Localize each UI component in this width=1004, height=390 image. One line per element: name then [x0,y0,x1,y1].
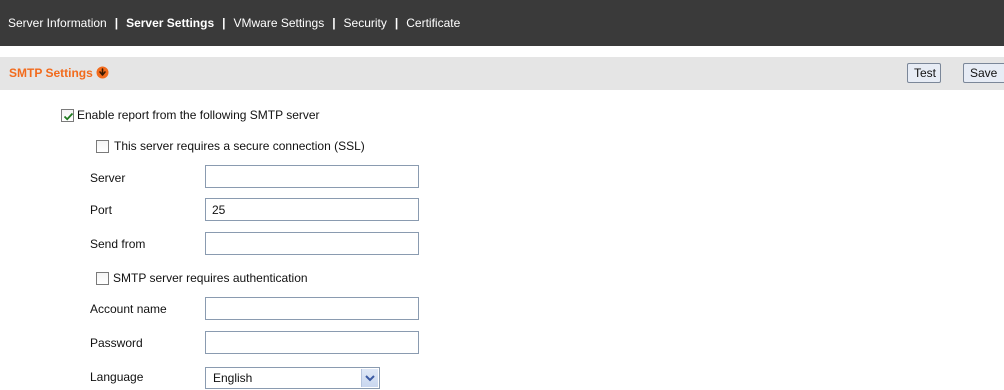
language-select[interactable]: English [205,367,380,389]
port-label: Port [90,203,113,217]
chevron-down-icon[interactable] [361,369,378,387]
nav-server-settings[interactable]: Server Settings [126,16,214,30]
nav-certificate[interactable]: Certificate [406,16,460,30]
enable-report-label: Enable report from the following SMTP se… [77,108,320,122]
nav-vmware-settings[interactable]: VMware Settings [233,16,324,30]
test-button[interactable]: Test [907,63,941,83]
account-name-input[interactable] [205,297,419,320]
send-from-label: Send from [90,237,146,251]
port-input[interactable] [205,198,419,221]
section-header: SMTP Settings [0,57,1004,90]
language-selected-value: English [213,371,253,385]
top-nav-bar: Server Information | Server Settings | V… [0,0,1004,46]
nav-server-information[interactable]: Server Information [8,16,107,30]
enable-report-checkbox[interactable] [61,109,74,122]
auth-checkbox[interactable] [96,272,109,285]
nav-separator: | [222,16,226,30]
save-button[interactable]: Save [963,63,1004,83]
password-label: Password [90,336,143,350]
account-name-label: Account name [90,302,167,316]
down-arrow-circle-icon[interactable] [96,66,109,79]
nav-separator: | [332,16,336,30]
ssl-label: This server requires a secure connection… [114,139,365,153]
auth-label: SMTP server requires authentication [113,271,308,285]
server-input[interactable] [205,165,419,188]
section-title: SMTP Settings [9,66,93,80]
language-label: Language [90,370,144,384]
ssl-checkbox[interactable] [96,140,109,153]
nav-separator: | [394,16,399,30]
password-input[interactable] [205,331,419,354]
nav-separator: | [114,16,119,30]
server-label: Server [90,171,126,185]
nav-security[interactable]: Security [344,16,387,30]
send-from-input[interactable] [205,232,419,255]
